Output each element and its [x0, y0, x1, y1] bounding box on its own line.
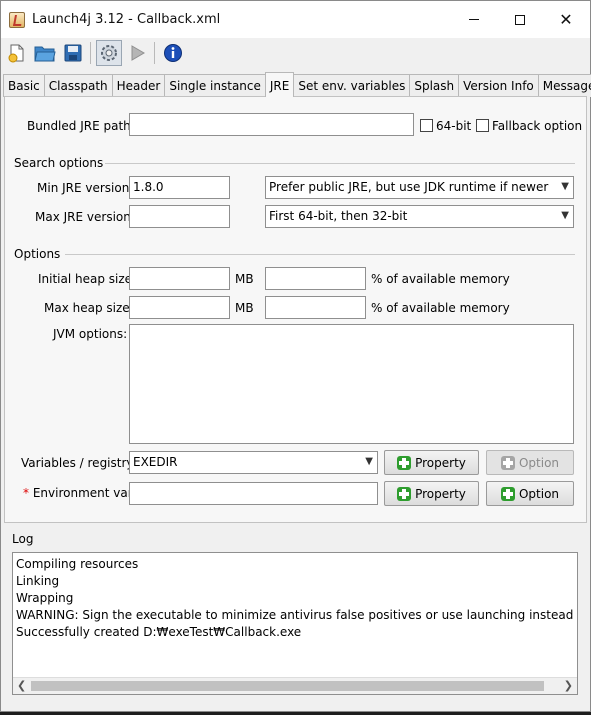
tab-version-info[interactable]: Version Info: [458, 74, 539, 97]
bundled-jre-path-label: Bundled JRE path:: [27, 119, 135, 133]
add-option-label-disabled: Option: [518, 455, 560, 470]
plus-icon: [397, 455, 412, 470]
open-folder-icon: [34, 46, 56, 62]
options-divider: [65, 254, 575, 255]
tab-basic[interactable]: Basic: [3, 74, 45, 97]
launch4j-app-icon: [9, 12, 25, 28]
toolbar-separator: [154, 42, 155, 64]
environment-var-label-text: Environment var:: [32, 486, 137, 500]
about-button[interactable]: [160, 40, 186, 66]
tab-bar: Basic Classpath Header Single instance J…: [3, 72, 591, 97]
scroll-right-icon[interactable]: ❯: [564, 679, 573, 692]
min-jre-version-field[interactable]: 1.8.0: [129, 176, 230, 199]
toolbar-separator: [90, 42, 91, 64]
minimize-icon: [469, 19, 479, 20]
log-horizontal-scrollbar[interactable]: ❮ ❯: [13, 677, 577, 694]
log-line: Wrapping: [16, 591, 74, 605]
options-title: Options: [14, 247, 61, 261]
add-property-label: Property: [415, 455, 466, 470]
run-button[interactable]: [124, 40, 150, 66]
required-marker: *: [23, 486, 29, 500]
fallback-option-label: Fallback option: [492, 119, 583, 133]
runtime-bits-value: First 64-bit, then 32-bit: [269, 209, 408, 223]
plus-icon: [397, 486, 412, 501]
open-config-button[interactable]: [32, 40, 58, 66]
scrollbar-thumb[interactable]: [31, 681, 544, 691]
jre-panel: Bundled JRE path: 64-bit Fallback option…: [4, 96, 587, 523]
env-option-button[interactable]: Option: [486, 481, 574, 506]
new-config-button[interactable]: [4, 40, 30, 66]
save-config-button[interactable]: [60, 40, 86, 66]
log-line: Compiling resources: [16, 557, 139, 571]
save-icon: [64, 44, 82, 62]
build-wrapper-button[interactable]: [96, 40, 122, 66]
title-bar: Launch4j 3.12 - Callback.xml ✕: [1, 1, 590, 38]
fallback-option-checkbox[interactable]: [476, 119, 489, 132]
max-jre-version-field[interactable]: [129, 205, 230, 228]
new-file-icon: [8, 44, 24, 63]
env-property-button[interactable]: Property: [384, 481, 479, 506]
jdk-preference-value: Prefer public JRE, but use JDK runtime i…: [269, 180, 549, 194]
environment-var-field[interactable]: [129, 482, 378, 505]
bundled-jre-path-field[interactable]: [129, 113, 414, 136]
plus-icon: [500, 486, 515, 501]
jvm-options-label: JVM options:: [53, 327, 128, 341]
variables-registry-select[interactable]: EXEDIR ▼: [129, 451, 378, 474]
tab-classpath[interactable]: Classpath: [43, 74, 113, 97]
log-line: Linking: [16, 574, 60, 588]
max-heap-mb-label: MB: [235, 301, 254, 315]
min-jre-version-label: Min JRE version:: [37, 181, 134, 195]
max-heap-size-label: Max heap size:: [44, 301, 134, 315]
max-jre-version-label: Max JRE version:: [35, 210, 135, 224]
tab-messages[interactable]: Messages: [537, 74, 591, 97]
variables-registry-value: EXEDIR: [133, 455, 178, 469]
close-icon: ✕: [559, 9, 573, 29]
chevron-down-icon: ▼: [365, 456, 373, 467]
tab-header[interactable]: Header: [111, 74, 166, 97]
log-output[interactable]: Compiling resources Linking Wrapping WAR…: [12, 552, 578, 695]
launch4j-window: Launch4j 3.12 - Callback.xml ✕ Basic Cla…: [0, 0, 591, 712]
chevron-down-icon: ▼: [561, 210, 569, 221]
add-property-button[interactable]: Property: [384, 450, 479, 475]
64-bit-label: 64-bit: [436, 119, 472, 133]
about-icon: [164, 44, 182, 62]
run-icon: [131, 45, 145, 61]
env-option-label: Option: [518, 486, 560, 501]
window-title: Launch4j 3.12 - Callback.xml: [32, 12, 221, 27]
initial-heap-size-label: Initial heap size:: [38, 272, 137, 286]
minimize-button[interactable]: [451, 1, 497, 38]
max-heap-percent-label: % of available memory: [371, 301, 510, 315]
env-property-label: Property: [415, 486, 466, 501]
search-options-divider: [105, 163, 575, 164]
tab-single-instance[interactable]: Single instance: [164, 74, 266, 97]
add-option-button-disabled[interactable]: Option: [486, 450, 574, 475]
maximize-icon: [515, 14, 525, 25]
jdk-preference-select[interactable]: Prefer public JRE, but use JDK runtime i…: [265, 176, 574, 199]
log-line: Successfully created D:₩exeTest₩Callback…: [16, 625, 302, 639]
toolbar: [1, 38, 590, 68]
search-options-title: Search options: [14, 156, 104, 170]
runtime-bits-select[interactable]: First 64-bit, then 32-bit ▼: [265, 205, 574, 228]
tab-splash[interactable]: Splash: [409, 74, 460, 97]
scroll-left-icon[interactable]: ❮: [17, 679, 26, 692]
initial-heap-percent-label: % of available memory: [371, 272, 510, 286]
jvm-options-textarea[interactable]: [129, 324, 574, 444]
tab-jre[interactable]: JRE: [264, 72, 295, 97]
initial-heap-mb-label: MB: [235, 272, 254, 286]
max-heap-size-field[interactable]: [129, 296, 230, 319]
build-wrapper-icon: [101, 45, 117, 61]
environment-var-label: * Environment var:: [23, 486, 137, 500]
64-bit-checkbox[interactable]: [420, 119, 433, 132]
max-heap-percent-field[interactable]: [265, 296, 366, 319]
close-button[interactable]: ✕: [543, 1, 589, 38]
maximize-button[interactable]: [497, 1, 543, 38]
initial-heap-size-field[interactable]: [129, 267, 230, 290]
tab-set-env-variables[interactable]: Set env. variables: [293, 74, 411, 97]
initial-heap-percent-field[interactable]: [265, 267, 366, 290]
variables-registry-label: Variables / registry:: [21, 456, 137, 470]
chevron-down-icon: ▼: [561, 181, 569, 192]
log-title: Log: [12, 532, 34, 546]
log-line: WARNING: Sign the executable to minimize…: [16, 608, 577, 622]
plus-icon: [500, 455, 515, 470]
